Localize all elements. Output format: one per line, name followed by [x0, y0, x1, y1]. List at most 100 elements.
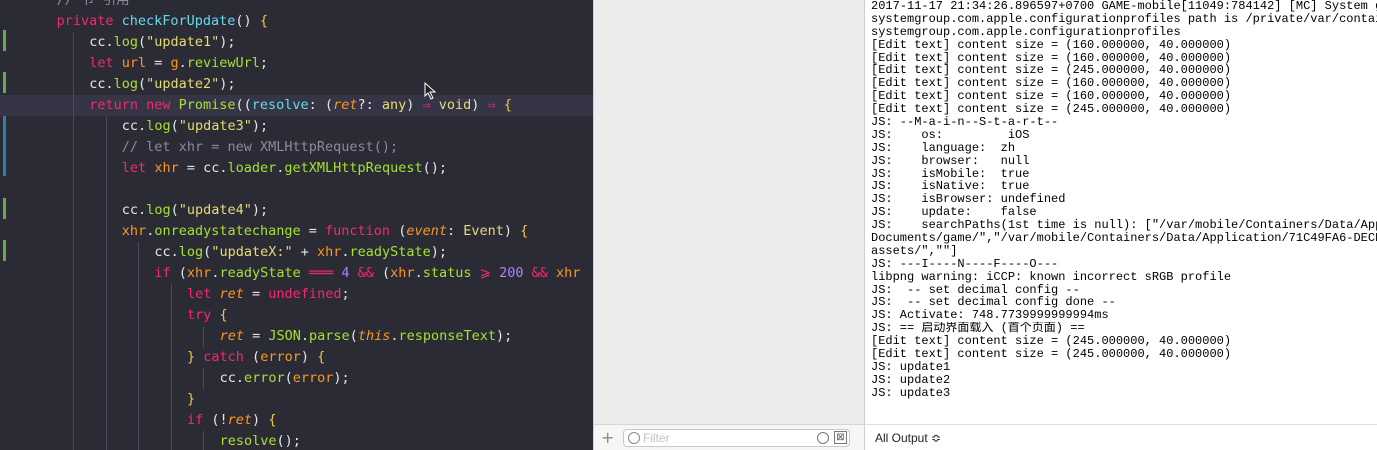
console-line: JS: isBrowser: undefined	[871, 193, 1066, 207]
code-token: cc.	[154, 244, 179, 260]
console-log[interactable]: 2017-11-17 21:34:26.896597+0700 GAME-mob…	[871, 0, 1377, 425]
code-line[interactable]: }	[0, 389, 593, 410]
code-text: let ret = undefined;	[187, 284, 350, 305]
code-line[interactable]: return new Promise((resolve: (ret?: any)…	[0, 95, 593, 116]
code-line[interactable]: cc.log("update4");	[0, 200, 593, 221]
code-line[interactable]: let xhr = cc.loader.getXMLHttpRequest();	[0, 158, 593, 179]
console-line: [Edit text] content size = (160.000000, …	[871, 77, 1232, 91]
clear-console-button[interactable]: ⊠	[834, 431, 847, 444]
indent-guide	[138, 326, 140, 347]
code-line[interactable]: cc.log("updateX:" + xhr.readyState);	[0, 242, 593, 263]
code-line[interactable]: // 节 引用	[0, 0, 593, 11]
code-token: "update3"	[178, 118, 252, 134]
code-token: {	[259, 13, 268, 29]
output-scope-selector[interactable]: All Output ≎	[875, 431, 941, 445]
code-token: try	[187, 307, 220, 323]
console-line: JS: update1	[871, 360, 951, 374]
code-token: log	[178, 244, 204, 260]
code-token: );	[333, 370, 350, 386]
code-line[interactable]	[0, 179, 593, 200]
code-text: if (!ret) {	[187, 410, 276, 431]
indent-guide	[105, 200, 107, 221]
code-token: parse	[309, 328, 350, 344]
code-line[interactable]: let ret = undefined;	[0, 284, 593, 305]
code-text: // 节 引用	[57, 0, 130, 11]
recent-filter-icon[interactable]	[817, 432, 829, 444]
console-line: [Edit text] content size = (160.000000, …	[871, 51, 1232, 65]
code-token: xhr	[121, 223, 147, 239]
code-line[interactable]: } catch (error) {	[0, 347, 593, 368]
code-text: cc.log("updateX:" + xhr.readyState);	[154, 242, 447, 263]
code-token: :	[446, 223, 464, 239]
code-token: onreadystatechange	[154, 223, 301, 239]
code-token: reviewUrl	[186, 55, 260, 71]
code-editor[interactable]: // 节 引用 private checkForUpdate() {cc.log(…	[0, 0, 593, 450]
code-token: event	[406, 223, 447, 239]
code-token: ═══	[300, 265, 342, 281]
code-token: ⇒	[487, 97, 504, 113]
indent-guide	[203, 326, 205, 347]
code-token: status	[422, 265, 472, 281]
console-line: JS: == 启动界面载入 (首个页面) ==	[871, 322, 1085, 336]
code-token: ret	[219, 286, 244, 302]
indent-guide	[72, 368, 74, 389]
console-line: JS: Activate: 748.7739999999994ms	[871, 309, 1109, 323]
code-token: ?:	[357, 97, 382, 113]
console-line: Documents/game/","/var/mobile/Containers…	[871, 232, 1377, 245]
code-token: ((	[235, 97, 252, 113]
code-token: any	[381, 97, 407, 113]
code-line[interactable]: // let xhr = new XMLHttpRequest();	[0, 137, 593, 158]
code-text: let xhr = cc.loader.getXMLHttpRequest();	[122, 158, 447, 179]
indent-guide	[105, 242, 107, 263]
code-token: {	[503, 97, 512, 113]
code-token: private	[56, 13, 122, 29]
code-line[interactable]: ret = JSON.parse(this.responseText);	[0, 326, 593, 347]
indent-guide	[138, 263, 140, 284]
indent-guide	[170, 368, 172, 389]
code-line[interactable]: xhr.onreadystatechange = function (event…	[0, 221, 593, 242]
code-line[interactable]: if (xhr.readyState ═══ 4 && (xhr.status …	[0, 263, 593, 284]
code-token: (	[349, 328, 358, 344]
code-line[interactable]: resolve();	[0, 431, 593, 450]
indent-guide	[138, 389, 140, 410]
code-text: cc.log("update2");	[89, 74, 235, 95]
code-text: }	[187, 389, 195, 410]
code-line[interactable]: let url = g.reviewUrl;	[0, 53, 593, 74]
code-line[interactable]: if (!ret) {	[0, 410, 593, 431]
code-token: ();	[422, 160, 447, 176]
add-button[interactable]: +	[601, 428, 614, 447]
indent-guide	[170, 284, 172, 305]
indent-guide	[170, 389, 172, 410]
code-token: );	[219, 76, 236, 92]
code-line[interactable]: cc.log("update1");	[0, 32, 593, 53]
code-token: ;	[259, 55, 269, 71]
code-token: );	[251, 118, 269, 134]
console-line: systemgroup.com.apple.configurationprofi…	[871, 12, 1377, 26]
code-token: ret	[219, 328, 244, 344]
console-line: JS: update: false	[871, 206, 1037, 220]
console-line: JS: isNative: true	[871, 180, 1030, 194]
indent-guide	[105, 284, 107, 305]
code-text: resolve();	[220, 431, 301, 450]
code-line[interactable]: try {	[0, 305, 593, 326]
code-line[interactable]: private checkForUpdate() {	[0, 11, 593, 32]
code-text: cc.error(error);	[220, 368, 350, 389]
console-output-pane[interactable]: 2017-11-17 21:34:26.896597+0700 GAME-mob…	[864, 0, 1377, 450]
code-token: error	[260, 349, 301, 365]
console-line: assets/",""]	[871, 244, 958, 258]
console-line: JS: isMobile: true	[871, 167, 1030, 181]
filter-input[interactable]	[643, 430, 813, 446]
indent-guide	[105, 263, 107, 284]
code-token: 200	[499, 265, 524, 281]
code-token: (	[137, 34, 147, 50]
indent-guide	[72, 116, 74, 137]
code-line[interactable]: cc.error(error);	[0, 368, 593, 389]
filter-field[interactable]: ⊠	[623, 429, 850, 447]
indent-guide	[72, 326, 74, 347]
code-line[interactable]: cc.log("update3");	[0, 116, 593, 137]
code-token: ()	[235, 13, 260, 29]
code-line[interactable]: cc.log("update2");	[0, 74, 593, 95]
console-line: libpng warning: iCCP: known incorrect sR…	[871, 270, 1232, 284]
code-token: {	[219, 307, 228, 323]
console-line: [Edit text] content size = (245.000000, …	[871, 103, 1232, 117]
